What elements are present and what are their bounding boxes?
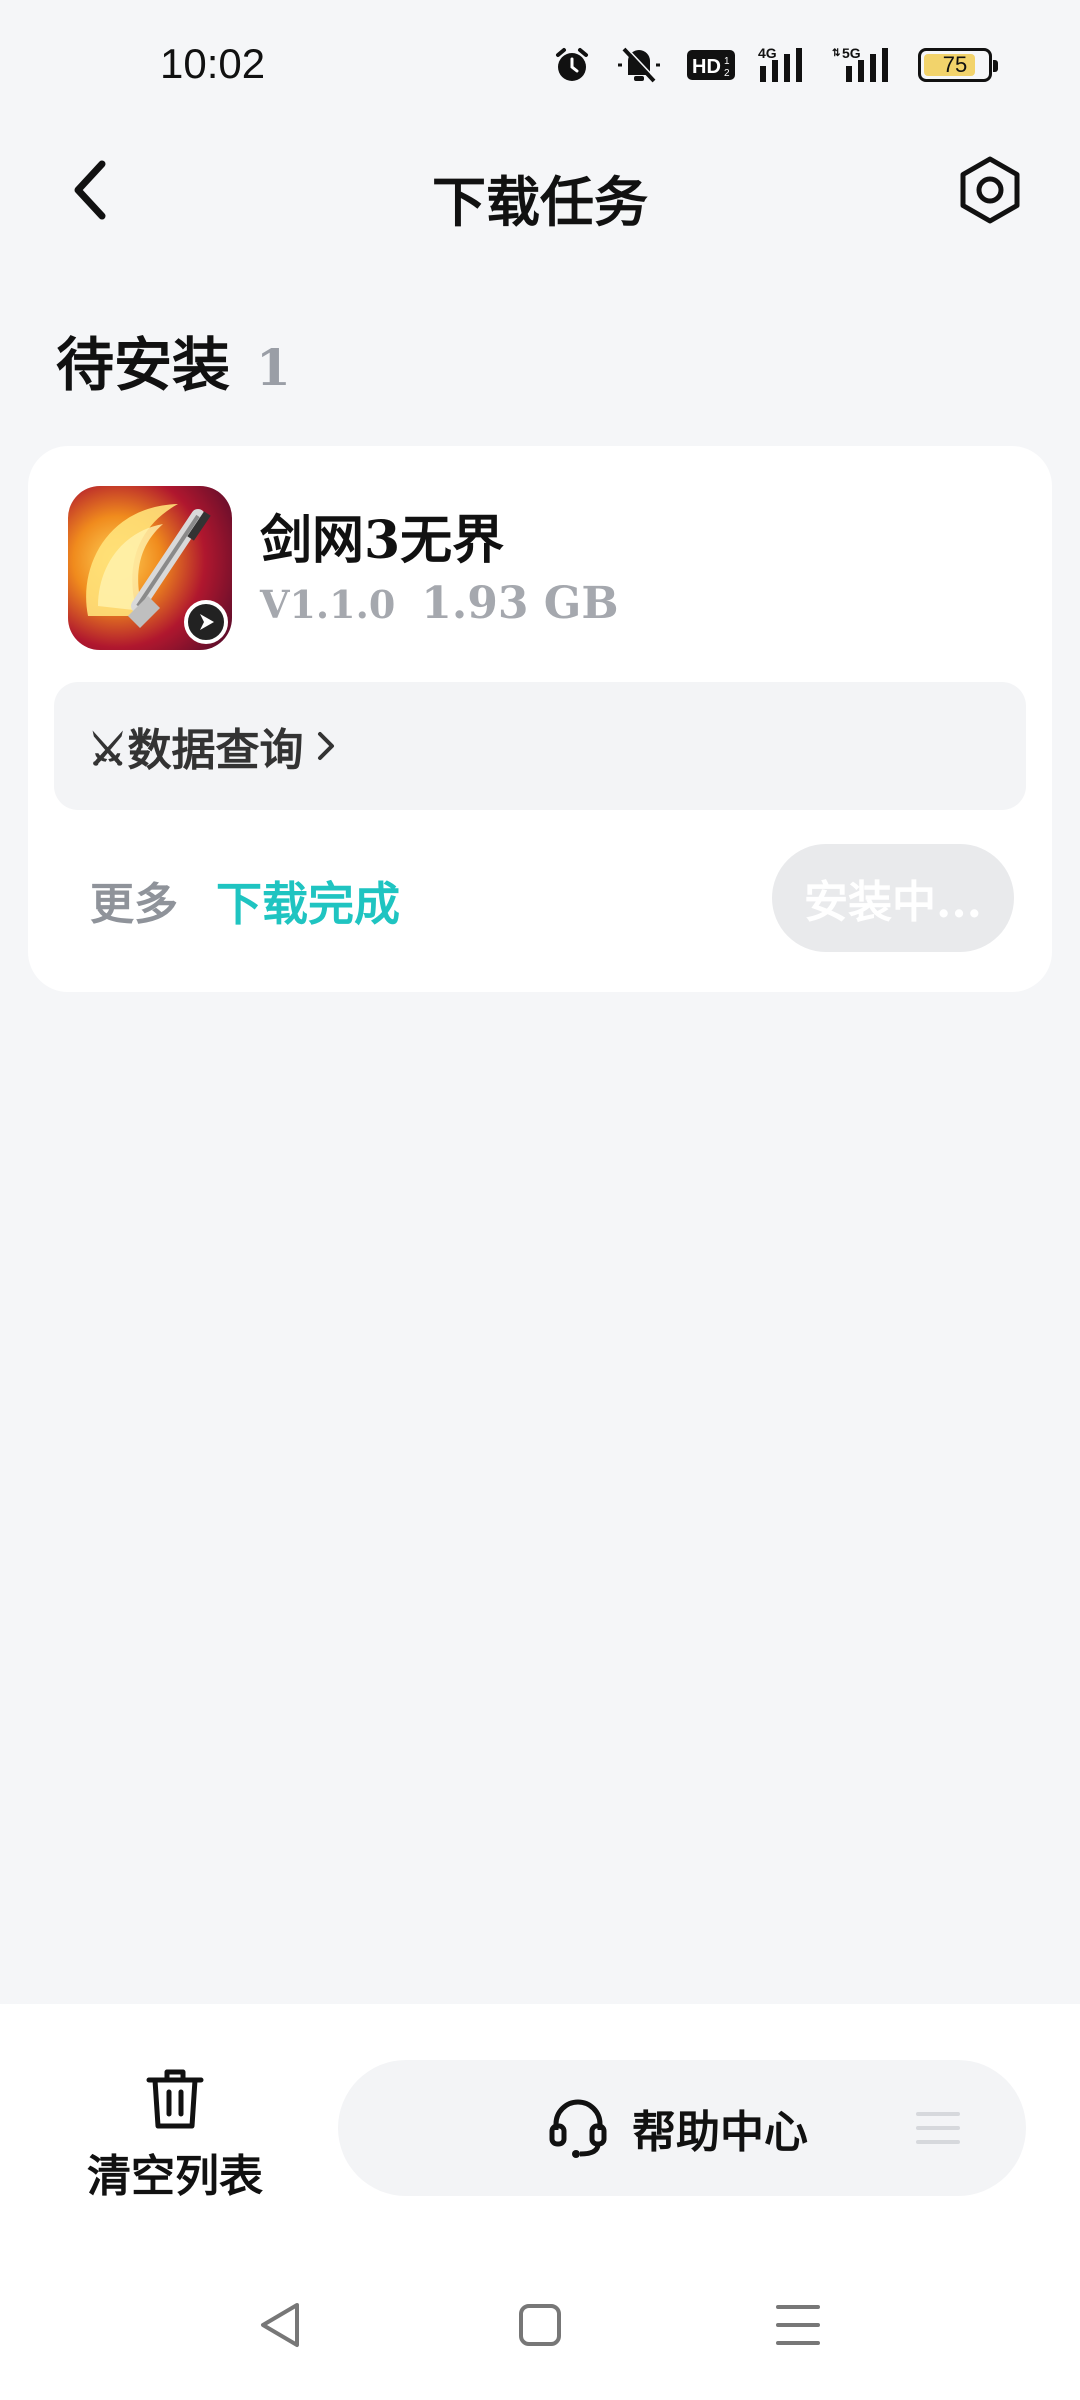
data-query-button[interactable]: ⚔数据查询	[54, 682, 1026, 810]
app-size: 1.93 GB	[421, 578, 619, 629]
app-version: V1.1.0	[260, 582, 396, 627]
card-footer: 更多 下载完成 安装中...	[28, 844, 1052, 954]
svg-text:4G: 4G	[758, 45, 777, 61]
headset-icon	[549, 2099, 607, 2158]
help-center-content: 帮助中心	[548, 2060, 808, 2196]
menu-lines-icon	[916, 2110, 960, 2150]
app-meta: V1.1.0 1.93 GB	[260, 578, 619, 629]
app-name: 剑网3无界	[260, 510, 505, 571]
nav-recents-button[interactable]	[763, 2290, 833, 2360]
square-home-icon	[519, 2304, 561, 2346]
battery-level: 75	[942, 52, 968, 77]
header: 下载任务	[0, 140, 1080, 240]
settings-icon	[960, 156, 1020, 224]
alarm-icon	[552, 45, 592, 85]
nav-back-button[interactable]	[245, 2290, 315, 2360]
section-count: 1	[256, 338, 291, 397]
section-title: 待安装	[56, 331, 231, 399]
chevron-right-icon	[315, 729, 337, 763]
battery-icon: 75	[918, 48, 998, 82]
settings-button[interactable]	[950, 150, 1030, 230]
status-time: 10:02	[160, 40, 266, 87]
signal-4g-icon: 4G	[758, 44, 810, 86]
svg-text:⇅: ⇅	[832, 48, 841, 59]
more-button[interactable]: 更多	[90, 868, 178, 932]
trash-icon	[146, 2069, 204, 2129]
help-center-button[interactable]: 帮助中心	[338, 2060, 1026, 2196]
page-title: 下载任务	[432, 170, 648, 234]
clear-list-label: 清空列表	[87, 2151, 263, 2202]
data-query-label: ⚔数据查询	[88, 725, 304, 776]
install-button[interactable]: 安装中...	[772, 844, 1014, 952]
help-center-label: 帮助中心	[632, 2107, 808, 2158]
hd-icon: HD 1 2	[686, 48, 736, 82]
signal-5g-icon: ⇅ 5G	[832, 44, 896, 86]
system-nav-bar	[0, 2270, 1080, 2380]
status-bar: 10:02 HD 1 2 4G ⇅ 5G 75	[0, 0, 1080, 140]
recents-menu-icon	[776, 2305, 820, 2345]
svg-text:1: 1	[724, 56, 730, 67]
download-status: 下载完成	[216, 877, 400, 931]
download-card: 剑网3无界 V1.1.0 1.93 GB ⚔数据查询 更多 下载完成 安装中..…	[28, 446, 1052, 992]
status-icons: HD 1 2 4G ⇅ 5G 75	[552, 40, 998, 90]
mute-icon	[614, 45, 664, 85]
section-header: 待安装 1	[56, 318, 291, 402]
svg-text:5G: 5G	[842, 45, 861, 61]
svg-text:2: 2	[724, 68, 730, 79]
svg-text:HD: HD	[692, 56, 721, 78]
platform-badge-icon	[184, 600, 228, 644]
nav-home-button[interactable]	[505, 2290, 575, 2360]
clear-list-button[interactable]: 清空列表	[70, 2066, 280, 2206]
triangle-back-icon	[261, 2303, 299, 2347]
